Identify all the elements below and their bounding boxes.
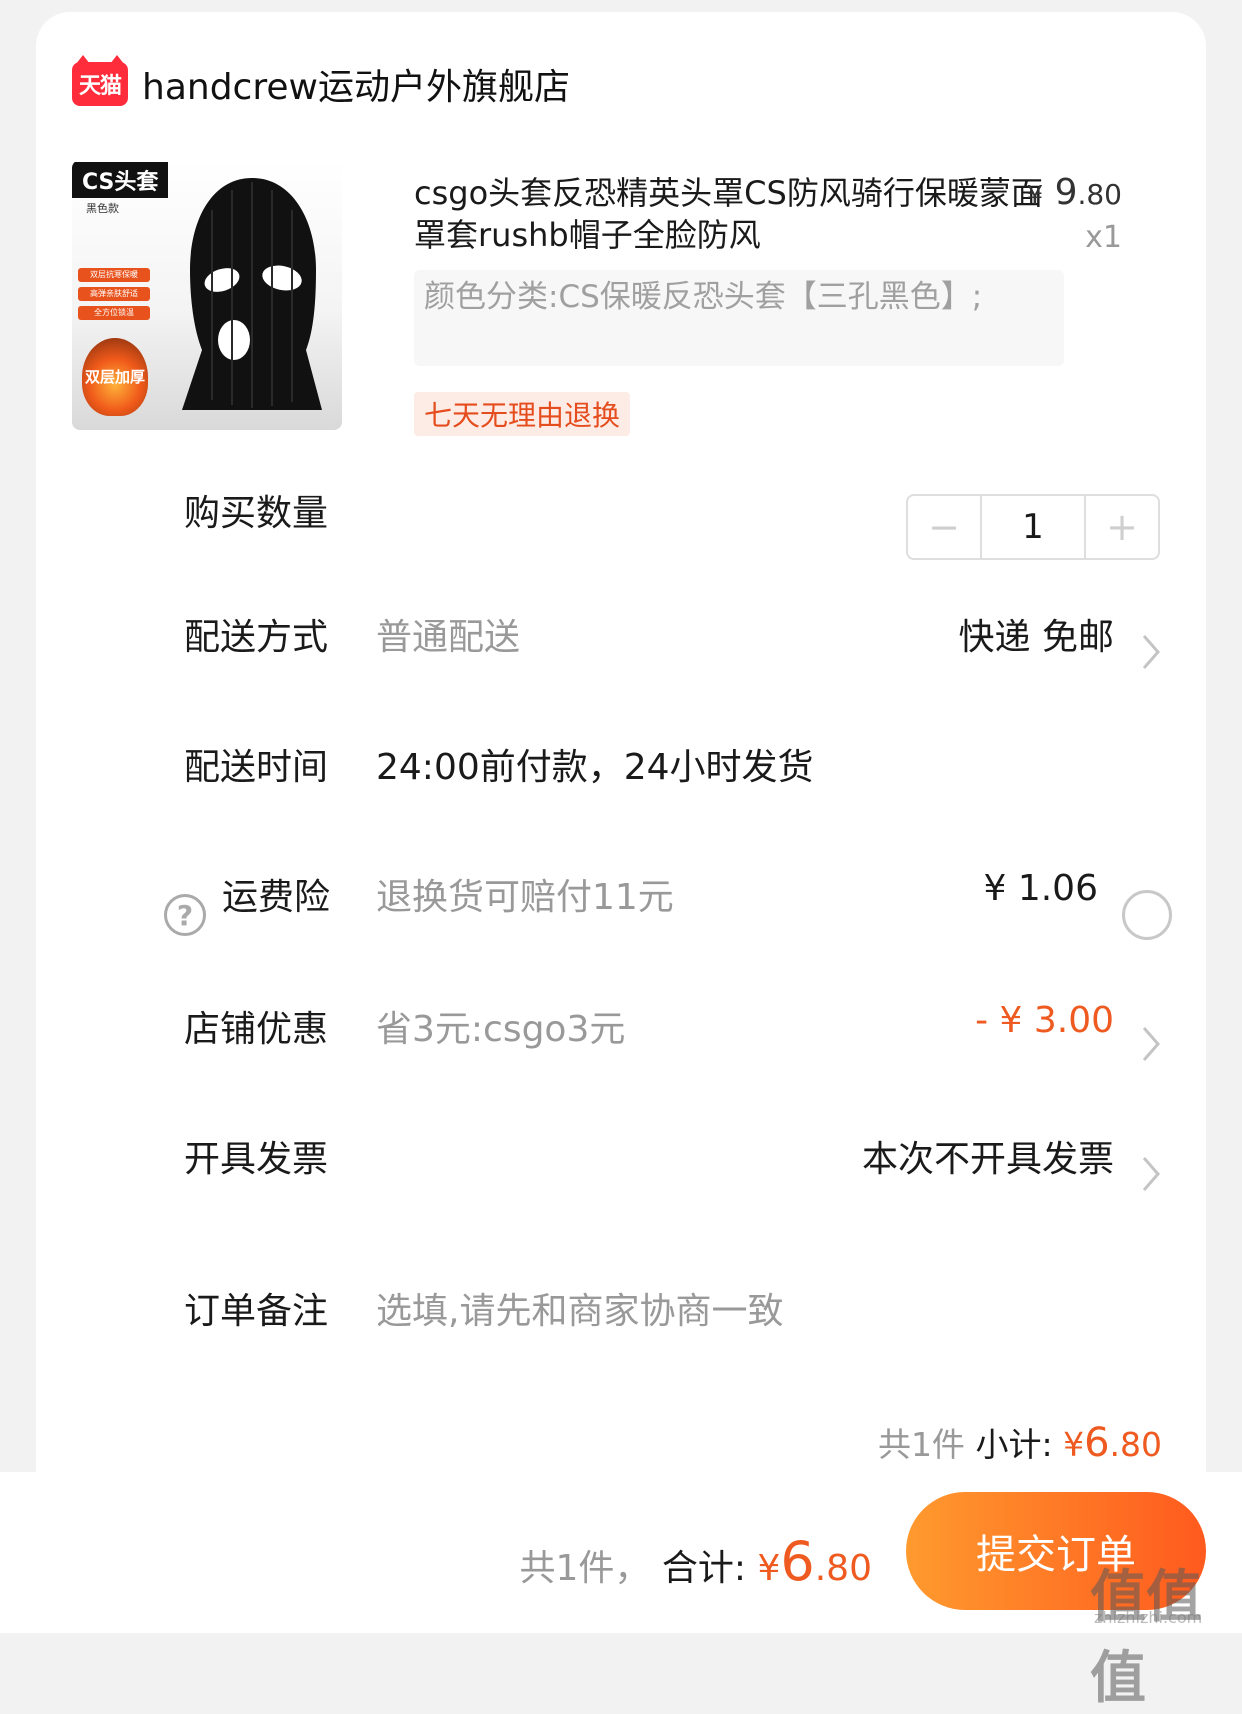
invoice-label: 开具发票 [184, 1139, 329, 1180]
quantity-input[interactable]: 1 [980, 496, 1086, 558]
thumb-pill: 全方位锁温 [78, 306, 150, 320]
note-input[interactable]: 选填,请先和商家协商一致 [376, 1282, 783, 1334]
total-dec: .80 [814, 1548, 872, 1589]
tmall-logo-icon: 天猫 [72, 55, 128, 106]
quantity-label: 购买数量 [184, 493, 329, 534]
discount-label: 店铺优惠 [184, 1009, 329, 1050]
sku-text: 颜色分类:CS保暖反恐头套【三孔黑色】; [424, 279, 983, 315]
subtotal-label: 小计: [975, 1425, 1053, 1464]
insurance-label: 运费险 [222, 877, 331, 918]
store-header[interactable]: 天猫 handcrew运动户外旗舰店 [72, 55, 570, 112]
price-int: 9 [1054, 172, 1078, 213]
price-dec: .80 [1077, 178, 1122, 211]
total-int: 6 [780, 1530, 815, 1593]
quantity-stepper: − 1 + [906, 494, 1160, 560]
delivery-time-label: 配送时间 [184, 747, 329, 788]
insurance-desc: 退换货可赔付11元 [376, 877, 674, 918]
invoice-value: 本次不开具发票 [861, 1139, 1114, 1180]
subtotal-int: 6 [1084, 1420, 1110, 1466]
subtotal-dec: .80 [1109, 1425, 1162, 1464]
delivery-time-desc: 24:00前付款，24小时发货 [376, 747, 814, 788]
tmall-logo-text: 天猫 [78, 74, 122, 99]
thumb-badge: 双层加厚 [82, 338, 148, 416]
product-sku[interactable]: 颜色分类:CS保暖反恐头套【三孔黑色】; [414, 270, 1064, 366]
subtotal-count: 共1件 [877, 1425, 965, 1464]
total-count: 共1件， [519, 1548, 651, 1589]
price-currency: ¥ [1026, 181, 1044, 211]
thumb-pill: 双层抗寒保暖 [78, 268, 150, 282]
discount-desc: 省3元:csgo3元 [376, 1009, 626, 1050]
insurance-radio[interactable] [1122, 890, 1172, 940]
insurance-price: ¥ 1.06 [983, 868, 1098, 909]
watermark-logo: 值值值 [1090, 1565, 1202, 1711]
product-qty: x1 [1085, 220, 1122, 255]
product-title[interactable]: csgo头套反恐精英头罩CS防风骑行保暖蒙面罩套rushb帽子全脸防风 [414, 172, 1054, 256]
return-policy-tag: 七天无理由退换 [414, 392, 631, 436]
total-label: 合计: [661, 1548, 747, 1589]
delivery-desc: 普通配送 [376, 617, 521, 658]
balaclava-image-icon [182, 178, 322, 410]
note-label: 订单备注 [184, 1291, 329, 1332]
delivery-label: 配送方式 [184, 617, 329, 658]
total: 共1件， 合计: ¥6.80 [520, 1530, 872, 1593]
delivery-method: 快递 免邮 [958, 617, 1114, 658]
increment-button[interactable]: + [1086, 496, 1158, 558]
chevron-right-icon [1142, 635, 1160, 669]
watermark-domain: zhizhizhi.com [1094, 1608, 1203, 1627]
discount-value: - ¥ 3.00 [975, 1000, 1114, 1041]
thumb-pill: 高弹亲肤舒适 [78, 287, 150, 301]
thumb-tag: CS头套 [72, 162, 169, 198]
chevron-right-icon [1142, 1027, 1160, 1061]
store-name[interactable]: handcrew运动户外旗舰店 [142, 58, 570, 110]
total-currency: ¥ [757, 1548, 781, 1589]
product-thumbnail[interactable]: CS头套 黑色款 双层抗寒保暖 高弹亲肤舒适 全方位锁温 双层加厚 [72, 160, 342, 430]
subtotal: 共1件 小计: ¥6.80 [878, 1418, 1162, 1466]
decrement-button[interactable]: − [908, 496, 980, 558]
subtotal-currency: ¥ [1063, 1425, 1085, 1464]
product-price: ¥ 9.80 [1027, 172, 1122, 213]
thumb-sub: 黑色款 [86, 202, 119, 215]
help-icon[interactable]: ? [164, 894, 206, 936]
chevron-right-icon [1142, 1157, 1160, 1191]
